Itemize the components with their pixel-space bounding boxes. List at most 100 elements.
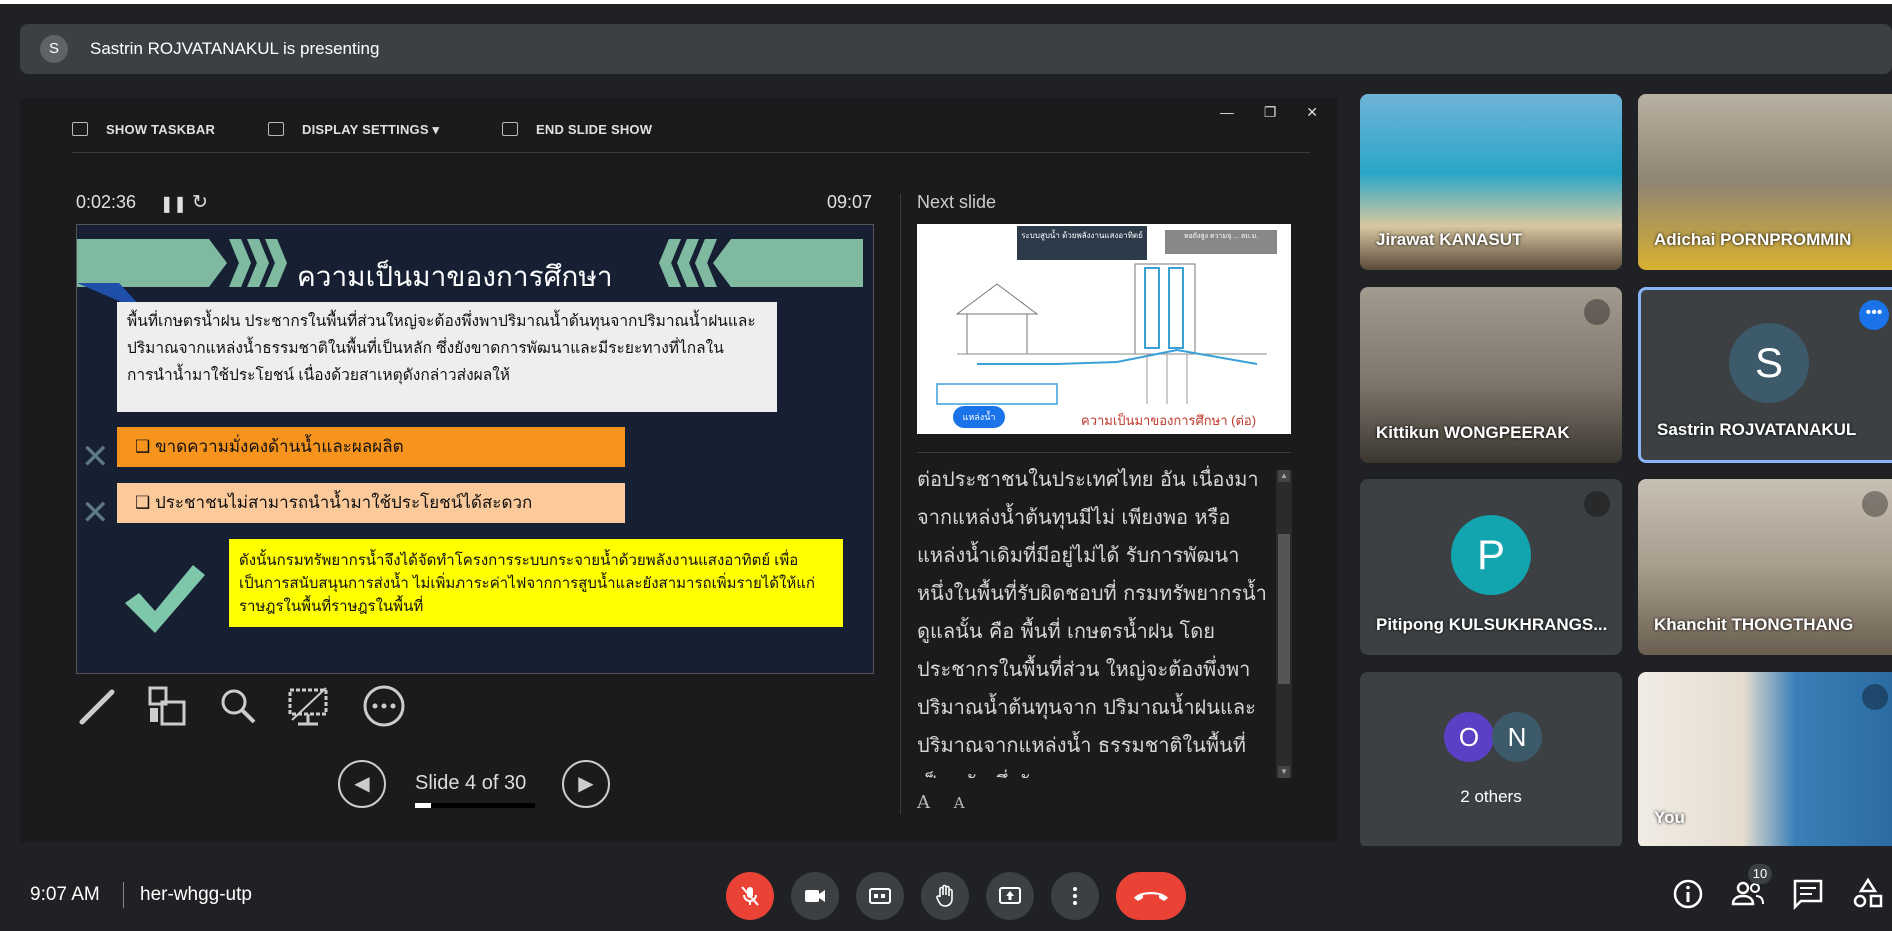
participant-tile[interactable]: Khanchit THONGTHANG — [1638, 479, 1892, 655]
mic-off-icon — [1862, 491, 1888, 517]
current-time: 09:07 — [827, 192, 873, 212]
info-icon[interactable] — [1670, 876, 1706, 912]
next-slide-caption: ความเป็นมาของการศึกษา (ต่อ) — [1081, 413, 1257, 428]
bullet-item-1: ❑ ขาดความมั่งคงด้านน้ำและผลผลิต — [117, 427, 625, 467]
restore-icon[interactable]: ❐ — [1264, 104, 1277, 121]
mic-off-icon — [1584, 491, 1610, 517]
participant-tile[interactable]: Jirawat KANASUT — [1360, 94, 1622, 270]
banner-chevron — [229, 239, 251, 287]
hand-icon — [936, 884, 953, 907]
display-settings-icon — [268, 122, 284, 136]
camera-button[interactable] — [791, 872, 839, 920]
participant-avatar: P — [1451, 515, 1531, 595]
participant-tile[interactable]: Adichai PORNPROMMIN — [1638, 94, 1892, 270]
minimize-icon[interactable]: — — [1220, 104, 1234, 120]
captions-icon — [869, 888, 891, 904]
speaker-notes[interactable]: ต่อประชาชนในประเทศไทย อัน เนื่องมาจากแหล… — [917, 460, 1267, 778]
participant-name: Pitipong KULSUKHRANGS... — [1376, 615, 1608, 634]
scroll-up-icon[interactable]: ▲ — [1278, 470, 1290, 482]
next-slide-box-2: หอถังสูง ความจุ ... ลบ.ม. — [1165, 230, 1277, 254]
pen-icon[interactable] — [76, 684, 120, 728]
mic-off-icon — [741, 886, 759, 906]
meeting-controls-bar: 9:07 AM her-whgg-utp 10 — [0, 846, 1892, 931]
participant-tile[interactable]: ••• S Sastrin ROJVATANAKUL — [1638, 287, 1892, 463]
participant-avatar: S — [1729, 323, 1809, 403]
end-show-icon — [502, 122, 518, 136]
scroll-thumb[interactable] — [1278, 534, 1290, 684]
window-controls: — ❐ ✕ — [1194, 104, 1318, 121]
participant-tile[interactable]: Kittikun WONGPEERAK — [1360, 287, 1622, 463]
previous-slide-button[interactable]: ◀ — [338, 760, 386, 808]
see-all-slides-icon[interactable] — [146, 684, 190, 728]
others-label: 2 others — [1460, 787, 1522, 806]
cross-icon: ✕ — [81, 494, 110, 532]
elapsed-timer: 0:02:36 — [76, 192, 137, 212]
banner-chevron-left — [77, 239, 227, 287]
close-icon[interactable]: ✕ — [1306, 104, 1318, 121]
display-settings-button[interactable]: DISPLAY SETTINGS ▾ — [268, 122, 439, 138]
end-slide-show-button[interactable]: END SLIDE SHOW — [502, 122, 652, 137]
participant-count-badge: 10 — [1748, 864, 1772, 884]
slide-progress-fill — [415, 803, 431, 808]
next-slide-label: Next slide — [917, 192, 997, 212]
bullet-item-2: ❑ ประชาชนไม่สามารถนำน้ำมาใช้ประโยชน์ได้ส… — [117, 483, 625, 523]
participant-tile[interactable]: You — [1638, 672, 1892, 848]
next-slide-preview[interactable]: ระบบสูบน้ำ ด้วยพลังงานแสงอาทิตย์ หอถังสู… — [917, 224, 1291, 434]
participant-name: Adichai PORNPROMMIN — [1654, 230, 1852, 249]
presenter-toolbar: SHOW TASKBAR DISPLAY SETTINGS ▾ END SLID… — [72, 122, 1310, 153]
activities-icon[interactable] — [1850, 876, 1886, 912]
slide-progress-bar — [415, 803, 535, 808]
raise-hand-button[interactable] — [921, 872, 969, 920]
end-call-icon — [1134, 892, 1168, 901]
cross-icon: ✕ — [81, 438, 110, 476]
slide-counter: Slide 4 of 30 — [415, 772, 527, 794]
pause-icon[interactable]: ❚❚ — [160, 194, 187, 214]
zoom-icon[interactable] — [216, 684, 260, 728]
black-screen-icon[interactable] — [286, 684, 330, 728]
more-options-icon[interactable]: ••• — [1859, 300, 1889, 330]
slide-title: ความเป็นมาของการศึกษา — [297, 261, 613, 292]
presenting-text: Sastrin ROJVATANAKUL is presenting — [90, 39, 380, 58]
participant-tile[interactable]: P Pitipong KULSUKHRANGS... — [1360, 479, 1622, 655]
notes-scrollbar[interactable]: ▲ ▼ — [1276, 470, 1292, 778]
restart-timer-icon[interactable]: ↻ — [192, 191, 208, 214]
participant-name: You — [1654, 808, 1685, 827]
show-taskbar-button[interactable]: SHOW TASKBAR — [72, 122, 215, 137]
participant-name: Kittikun WONGPEERAK — [1376, 423, 1570, 442]
more-options-icon[interactable] — [362, 684, 406, 728]
more-vert-icon — [1073, 887, 1077, 905]
scroll-down-icon[interactable]: ▼ — [1278, 766, 1290, 778]
current-slide: ความเป็นมาของการศึกษา พื้นที่เกษตรน้ำฝน … — [76, 224, 874, 674]
participant-name: Jirawat KANASUT — [1376, 230, 1523, 249]
participant-tile[interactable]: O N 2 others — [1360, 672, 1622, 848]
presenter-view: — ❐ ✕ SHOW TASKBAR DISPLAY SETTINGS ▾ EN… — [20, 98, 1338, 842]
participant-name: Khanchit THONGTHANG — [1654, 615, 1854, 634]
water-source-label: แหล่งน้ำ — [953, 406, 1005, 428]
display-settings-label: DISPLAY SETTINGS ▾ — [302, 122, 440, 137]
captions-button[interactable] — [856, 872, 904, 920]
checkmark-icon — [125, 565, 205, 633]
presenting-banner: S Sastrin ROJVATANAKUL is presenting — [20, 24, 1892, 74]
show-taskbar-label: SHOW TASKBAR — [106, 122, 216, 137]
leave-call-button[interactable] — [1116, 872, 1186, 920]
decrease-font-button[interactable]: A — [954, 794, 965, 812]
next-slide-button[interactable]: ▶ — [562, 760, 610, 808]
presenter-avatar: S — [40, 35, 68, 63]
participant-name: Sastrin ROJVATANAKUL — [1657, 420, 1857, 439]
chat-icon[interactable] — [1790, 876, 1826, 912]
slide-conclusion: ดังนั้นกรมทรัพยากรน้ำจึงได้จัดทำโครงการร… — [229, 539, 843, 627]
present-screen-icon — [999, 887, 1021, 904]
notes-font-controls: A A — [917, 792, 983, 813]
more-options-button[interactable] — [1051, 872, 1099, 920]
end-slide-show-label: END SLIDE SHOW — [536, 122, 653, 137]
panel-divider — [900, 194, 901, 814]
banner-chevron-right — [713, 239, 863, 287]
increase-font-button[interactable]: A — [917, 792, 930, 813]
taskbar-icon — [72, 122, 88, 136]
microphone-button[interactable] — [726, 872, 774, 920]
participant-avatar: O — [1444, 712, 1494, 762]
mic-off-icon — [1862, 684, 1888, 710]
meeting-time: 9:07 AM — [30, 884, 100, 905]
slide-paragraph: พื้นที่เกษตรน้ำฝน ประชากรในพื้นที่ส่วนให… — [117, 302, 777, 412]
present-button[interactable] — [986, 872, 1034, 920]
